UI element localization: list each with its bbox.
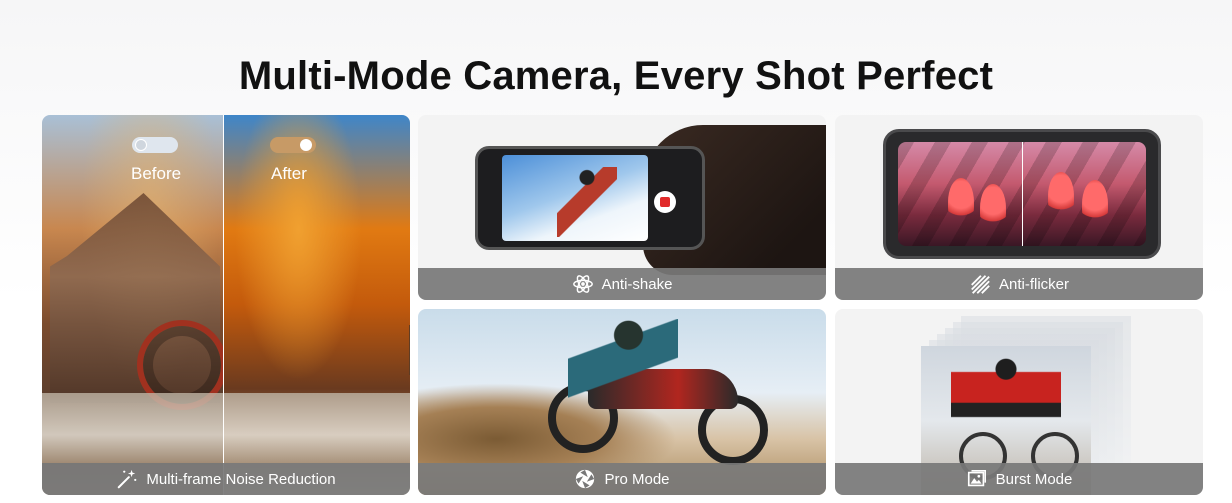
burst-mode-label: Burst Mode — [995, 470, 1073, 488]
anti-shake-label: Anti-shake — [601, 275, 673, 293]
anti-shake-label-bar: Anti-shake — [418, 268, 826, 300]
flamingo — [1082, 180, 1108, 228]
noise-reduction-card: Before After Multi-frame Noise Reduction — [42, 115, 410, 495]
pro-mode-card: Pro Mode — [418, 309, 826, 495]
before-toggle — [132, 137, 178, 153]
phone-landscape — [475, 146, 705, 250]
anti-flicker-label-bar: Anti-flicker — [835, 268, 1203, 300]
aperture-icon — [576, 469, 595, 489]
flamingo — [980, 184, 1006, 232]
snowboarder — [557, 167, 617, 237]
after-toggle — [270, 137, 316, 153]
comparison-divider — [1022, 142, 1023, 246]
anti-flicker-card: Anti-flicker — [835, 115, 1203, 300]
anti-shake-card: Anti-shake — [418, 115, 826, 300]
burst-mode-card: Burst Mode — [835, 309, 1203, 495]
magic-wand-icon — [118, 469, 137, 489]
noise-reduction-label: Multi-frame Noise Reduction — [146, 470, 336, 488]
flamingo — [948, 178, 974, 226]
before-label: Before — [131, 164, 182, 183]
motocross-rider — [568, 319, 678, 409]
burst-mode-label-bar: Burst Mode — [835, 463, 1203, 495]
striped-light-icon — [971, 275, 990, 294]
river-rocks — [42, 393, 410, 463]
image-stack-icon — [967, 470, 986, 487]
comparison-divider — [223, 115, 224, 495]
wooden-bridge — [409, 325, 410, 375]
anti-flicker-label: Anti-flicker — [998, 275, 1069, 293]
pro-mode-label-bar: Pro Mode — [418, 463, 826, 495]
pro-mode-label: Pro Mode — [604, 470, 670, 488]
phone-landscape — [883, 129, 1161, 259]
after-label: After — [271, 164, 307, 183]
phone-screen — [898, 142, 1146, 246]
phone-screen — [502, 155, 648, 241]
flamingo — [1048, 172, 1074, 220]
noise-reduction-label-bar: Multi-frame Noise Reduction — [42, 463, 410, 495]
atom-stabilizer-icon — [572, 275, 593, 293]
record-button — [654, 191, 676, 213]
page-title: Multi-Mode Camera, Every Shot Perfect — [238, 54, 994, 98]
